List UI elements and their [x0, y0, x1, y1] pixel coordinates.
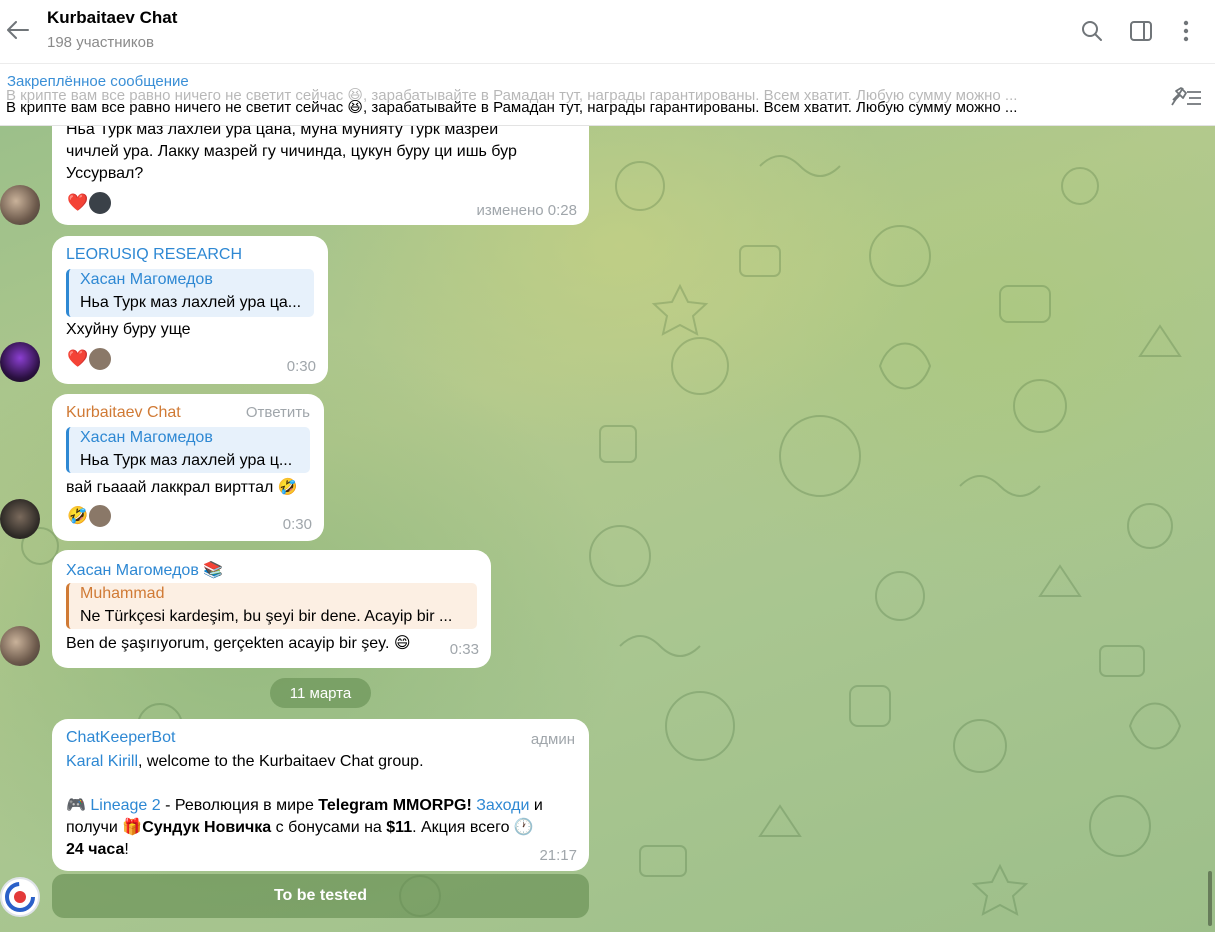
message-text: Ххуйну буру уще	[66, 321, 191, 338]
message-line: Ньа Турк маз лахлей ура цана, муна муния…	[66, 126, 499, 138]
reactor-avatar	[88, 347, 112, 371]
reply-action[interactable]: Ответить	[246, 404, 310, 421]
heart-reaction-icon: ❤️	[67, 349, 89, 368]
reply-quote[interactable]: Хасан Магомедов Ньа Турк маз лахлей ура …	[66, 269, 314, 317]
rofl-reaction-icon: 🤣	[67, 506, 89, 525]
message-bubble[interactable]: LEORUSIQ RESEARCH Хасан Магомедов Ньа Ту…	[52, 236, 328, 384]
gift-icon: 🎁	[122, 819, 143, 836]
reaction-heart[interactable]: ❤️	[66, 346, 112, 372]
back-button[interactable]	[4, 14, 32, 46]
message-time: 21:17	[539, 847, 577, 864]
more-button[interactable]	[1173, 18, 1199, 44]
message-bubble[interactable]: ChatKeeperBot админ Karal Kirill, welcom…	[52, 719, 589, 871]
date-separator: 11 марта	[270, 678, 371, 708]
member-count: 198 участников	[47, 34, 154, 51]
ad-line-3: 24 часа!	[66, 839, 581, 861]
message-line: чичлей ура. Лакку мазрей гу чичинда, цук…	[66, 143, 517, 160]
chatkeeper-logo-icon	[5, 882, 35, 912]
avatar[interactable]	[0, 185, 40, 225]
reply-author: Muhammad	[80, 585, 165, 602]
ad-bold: $11	[386, 819, 413, 836]
ad-bold: Сундук Новичка	[142, 819, 272, 836]
reply-text: Ne Türkçesi kardeşim, bu şeyi bir dene. …	[80, 608, 453, 625]
user-mention[interactable]: Karal Kirill	[66, 753, 138, 770]
sidebar-toggle-icon	[1130, 21, 1152, 41]
reactor-avatar	[88, 504, 112, 528]
sender-name[interactable]: Хасан Магомедов 📚	[66, 560, 223, 580]
gamepad-icon: 🎮	[66, 797, 86, 814]
clock-icon: 🕐	[513, 819, 534, 836]
ad-line-1: 🎮 Lineage 2 - Революция в мире Telegram …	[66, 795, 581, 817]
more-vertical-icon	[1183, 20, 1189, 42]
unpin-button[interactable]	[1169, 84, 1203, 108]
ad-text: . Акция всего	[412, 819, 514, 836]
ad-text: - Революция в мире	[160, 797, 319, 814]
ad-link-join[interactable]: Заходи	[476, 797, 529, 814]
reaction-heart[interactable]: ❤️	[66, 190, 112, 216]
ad-bold: Telegram MMORPG!	[318, 797, 472, 814]
reply-text: Ньа Турк маз лахлей ура ц...	[80, 452, 293, 469]
sender-name[interactable]: LEORUSIQ RESEARCH	[66, 246, 242, 264]
admin-badge: админ	[530, 731, 575, 748]
sender-name[interactable]: ChatKeeperBot	[66, 729, 175, 747]
ad-text: получи	[66, 819, 123, 836]
message-time: 0:30	[282, 516, 312, 533]
scrollbar[interactable]	[1208, 871, 1212, 926]
reaction-rofl[interactable]: 🤣	[66, 503, 112, 529]
reply-author: Хасан Магомедов	[80, 429, 213, 446]
avatar[interactable]	[0, 342, 40, 382]
message-time: 0:30	[286, 358, 316, 375]
welcome-text: , welcome to the Kurbaitaev Chat group.	[138, 753, 424, 770]
ad-text: !	[124, 841, 129, 858]
sender-name[interactable]: Kurbaitaev Chat	[66, 404, 181, 422]
reply-text: Ньа Турк маз лахлей ура ца...	[80, 294, 302, 311]
reply-quote[interactable]: Muhammad Ne Türkçesi kardeşim, bu şeyi b…	[66, 583, 477, 629]
message-bubble[interactable]: Ньа Турк маз лахлей ура цана, муна муния…	[52, 126, 589, 225]
message-bubble[interactable]: Kurbaitaev Chat Ответить Хасан Магомедов…	[52, 394, 324, 541]
ad-text: с бонусами на	[271, 819, 387, 836]
reactor-avatar	[88, 191, 112, 215]
chat-header: Kurbaitaev Chat 198 участников	[0, 0, 1215, 64]
message-line: Уссурвал?	[66, 165, 144, 182]
message-text: вай гьааай лаккрал вирттал 🤣	[66, 479, 298, 496]
message-text: Ben de şaşırıyorum, gerçekten acayip bir…	[66, 635, 411, 652]
reply-quote[interactable]: Хасан Магомедов Ньа Турк маз лахлей ура …	[66, 427, 310, 473]
pinned-text: В крипте вам все равно ничего не светит …	[6, 99, 1018, 116]
pinned-message-bar[interactable]: Закреплённое сообщение В крипте вам все …	[0, 64, 1215, 126]
avatar[interactable]	[0, 499, 40, 539]
message-text: Karal Kirill, welcome to the Kurbaitaev …	[66, 751, 581, 861]
welcome-line: Karal Kirill, welcome to the Kurbaitaev …	[66, 751, 581, 773]
message-text: Ньа Турк маз лахлей ура цана, муна муния…	[66, 126, 581, 185]
ad-bold: 24 часа	[66, 841, 125, 858]
sidebar-toggle-button[interactable]	[1128, 18, 1154, 44]
back-arrow-icon	[7, 21, 29, 39]
inline-keyboard-button[interactable]: To be tested	[52, 874, 589, 918]
message-time: изменено 0:28	[476, 202, 577, 219]
ad-text: и	[529, 797, 543, 814]
ad-line-2: получи 🎁Сундук Новичка с бонусами на $11…	[66, 817, 581, 839]
bot-avatar[interactable]	[0, 877, 40, 917]
message-time: 0:33	[449, 641, 479, 658]
reply-author: Хасан Магомедов	[80, 271, 213, 288]
search-button[interactable]	[1079, 18, 1105, 44]
chat-title[interactable]: Kurbaitaev Chat	[47, 8, 177, 28]
avatar[interactable]	[0, 626, 40, 666]
message-bubble[interactable]: Хасан Магомедов 📚 Muhammad Ne Türkçesi k…	[52, 550, 491, 668]
unpin-icon	[1171, 87, 1201, 106]
ad-link[interactable]: Lineage 2	[90, 797, 160, 814]
search-icon	[1082, 21, 1102, 41]
message-list[interactable]: Ньа Турк маз лахлей ура цана, муна муния…	[0, 126, 1215, 932]
heart-reaction-icon: ❤️	[67, 193, 89, 212]
